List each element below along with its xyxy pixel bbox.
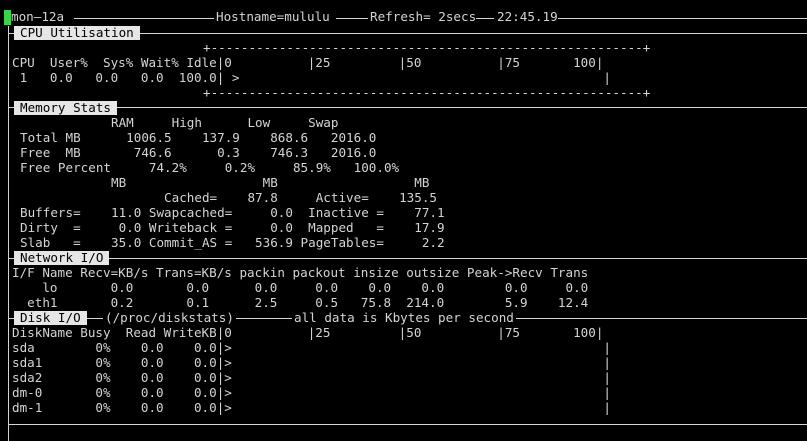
cpu-header-row: CPU User% Sys% Wait% Idle|0 |25 |50 |75 …: [12, 55, 604, 70]
disk-row-sda: sda 0% 0.0 0.0|> |: [12, 340, 611, 355]
memory-dirty-row: Dirty = 0.0 Writeback = 0.0 Mapped = 17.…: [20, 220, 445, 235]
cpu-graph-top-border: +---------------------------------------…: [203, 40, 651, 55]
disk-row-sda2: sda2 0% 0.0 0.0|> |: [12, 370, 611, 385]
terminal-window[interactable]: mon—12a Hostname=mululu Refresh= 2secs 2…: [0, 0, 807, 441]
memory-free-row: Free MB 746.6 0.3 746.3 2016.0: [20, 145, 377, 160]
memory-header-row: RAM High Low Swap: [20, 115, 339, 130]
disk-units-label: all data is Kbytes per second: [292, 310, 516, 326]
network-section-border: [8, 258, 807, 259]
memory-mb-labels: MB MB MB: [20, 175, 430, 190]
disk-source-label: (/proc/diskstats): [103, 310, 236, 326]
header-rule: [476, 18, 494, 19]
network-section-label: Network I/O: [14, 251, 110, 265]
network-header-row: I/F Name Recv=KB/s Trans=KB/s packin pac…: [12, 265, 589, 280]
memory-slab-row: Slab = 35.0 Commit_AS = 536.9 PageTables…: [20, 235, 445, 250]
disk-row-dm-1: dm-1 0% 0.0 0.0|> |: [12, 400, 611, 415]
cpu-row-1: 1 0.0 0.0 0.0 100.0| > |: [12, 70, 611, 85]
outer-box-left-border: [8, 26, 9, 441]
clock-time: 22:45.19: [497, 9, 558, 24]
cpu-graph-bottom-border: +---------------------------------------…: [203, 85, 651, 100]
terminal-cursor: [4, 10, 11, 25]
network-eth1-row: eth1 0.2 0.1 2.5 0.5 75.8 214.0 5.9 12.4: [12, 295, 589, 310]
refresh-label: Refresh= 2secs: [370, 9, 477, 24]
disk-graph-bottom-border: [8, 424, 807, 425]
memory-total-row: Total MB 1006.5 137.9 868.6 2016.0: [20, 130, 377, 145]
disk-row-dm-0: dm-0 0% 0.0 0.0|> |: [12, 385, 611, 400]
memory-buffers-row: Buffers= 11.0 Swapcached= 0.0 Inactive =…: [20, 205, 445, 220]
disk-section-label: Disk I/O: [14, 311, 87, 325]
network-lo-row: lo 0.0 0.0 0.0 0.0 0.0 0.0 0.0 0.0: [12, 280, 589, 295]
memory-cached-row: Cached= 87.8 Active= 135.5: [20, 190, 438, 205]
memory-free-percent-row: Free Percent 74.2% 0.2% 85.9% 100.0%: [20, 160, 400, 175]
app-name: mon—12a: [11, 9, 65, 24]
memory-section-border: [8, 107, 807, 108]
memory-section-label: Memory Stats: [14, 101, 117, 115]
disk-row-sda1: sda1 0% 0.0 0.0|> |: [12, 355, 611, 370]
header-rule: [74, 18, 214, 19]
header-rule: [336, 18, 368, 19]
hostname-label: Hostname=mululu: [216, 9, 330, 24]
cpu-section-label: CPU Utilisation: [14, 26, 140, 40]
header-rule: [558, 18, 807, 19]
disk-header-row: DiskName Busy Read WriteKB|0 |25 |50 |75…: [12, 325, 604, 340]
